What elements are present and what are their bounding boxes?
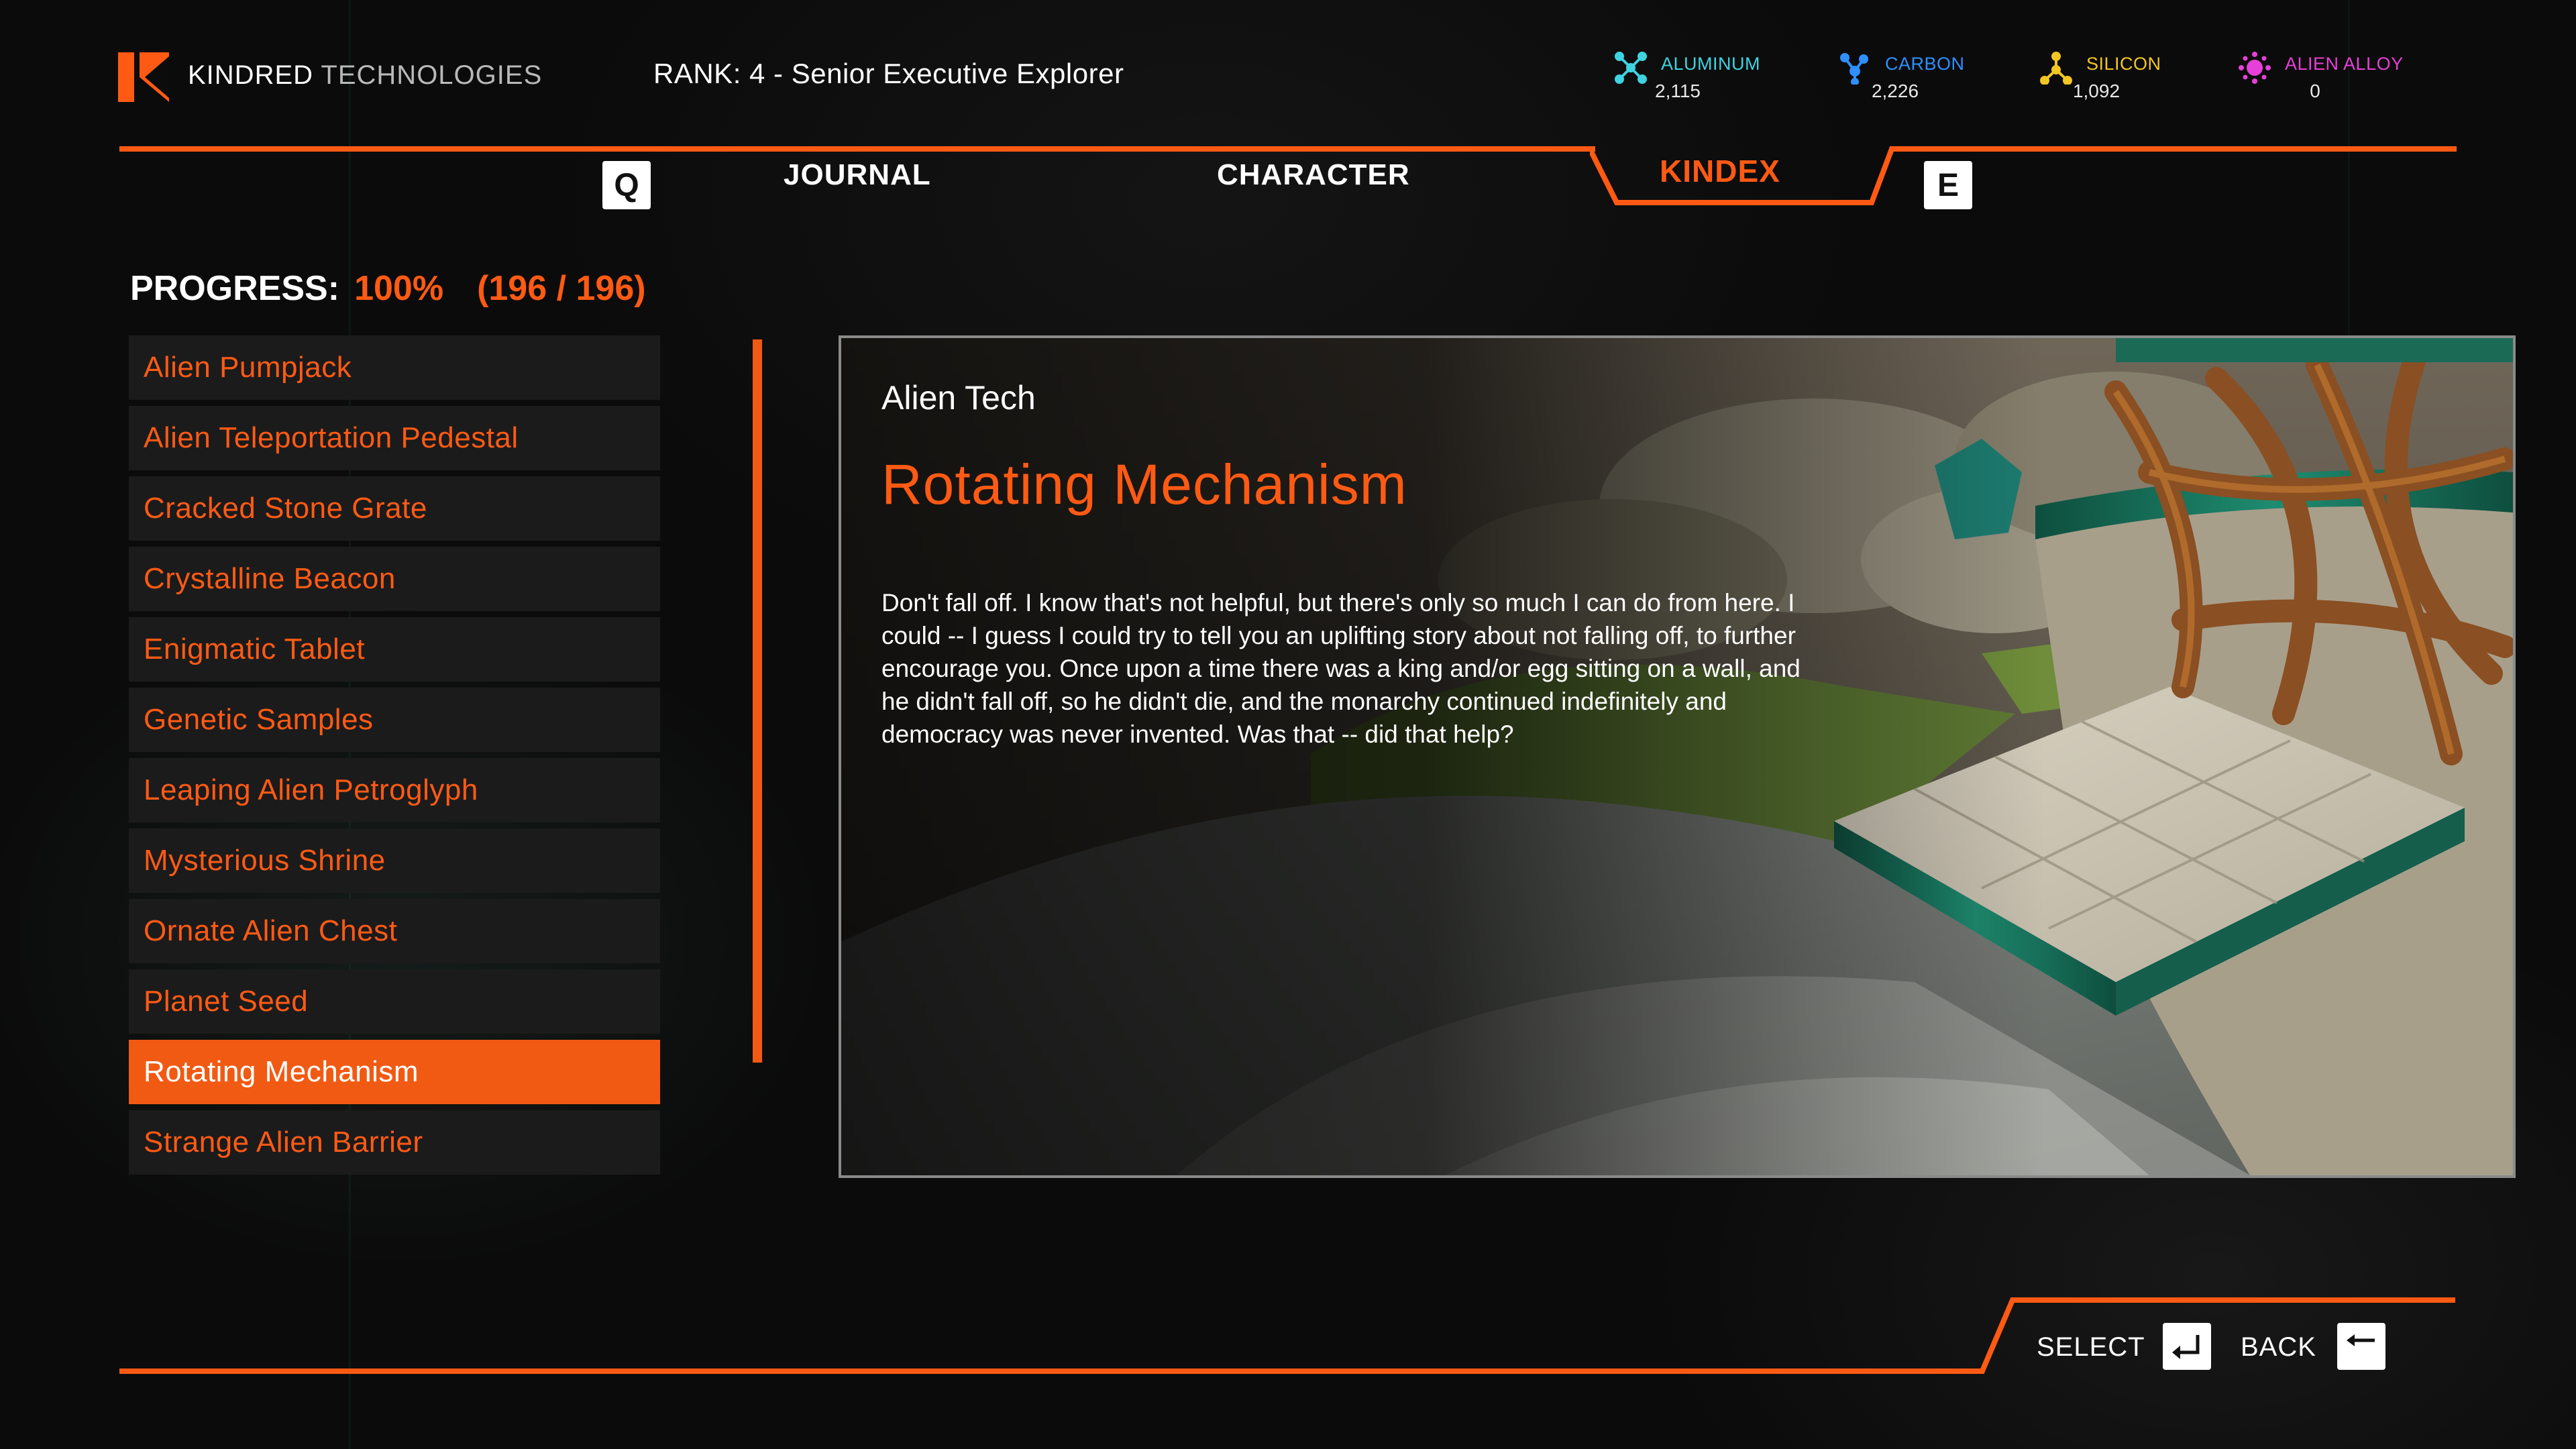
progress-count: (196 / 196)	[477, 269, 646, 308]
brand-primary: KINDRED	[188, 60, 314, 90]
carbon-icon	[1840, 53, 1868, 85]
list-item[interactable]: Ornate Alien Chest	[129, 899, 660, 963]
select-label: SELECT	[2037, 1332, 2145, 1362]
entry-title: Rotating Mechanism	[881, 453, 1407, 516]
kindred-logo-icon	[118, 52, 169, 102]
resource-value: 0	[2310, 80, 2320, 101]
list-item[interactable]: Strange Alien Barrier	[129, 1110, 660, 1175]
resource-name: ALUMINUM	[1661, 54, 1761, 74]
resource-value: 2,115	[1655, 80, 1701, 101]
tab-kindex[interactable]: KINDEX	[1660, 153, 1780, 189]
enter-key-icon	[2172, 1335, 2200, 1359]
select-button[interactable]	[2163, 1323, 2211, 1370]
player-rank: RANK: 4 - Senior Executive Explorer	[653, 58, 1124, 90]
alien-alloy-icon	[2239, 52, 2271, 84]
tab-journal[interactable]: JOURNAL	[784, 158, 931, 192]
resource-name: ALIEN ALLOY	[2285, 54, 2404, 74]
resource-name: SILICON	[2086, 54, 2161, 74]
list-item[interactable]: Crystalline Beacon	[129, 547, 660, 611]
list-item[interactable]: Enigmatic Tablet	[129, 617, 660, 682]
rank-value: 4 - Senior Executive Explorer	[749, 58, 1124, 89]
brand-name: KINDRED TECHNOLOGIES	[188, 60, 542, 91]
rank-label: RANK:	[653, 58, 741, 89]
footer-divider	[119, 1368, 1984, 1374]
list-item[interactable]: Leaping Alien Petroglyph	[129, 758, 660, 822]
brand-secondary: TECHNOLOGIES	[321, 60, 543, 90]
header-divider	[119, 146, 1595, 152]
list-item[interactable]: Mysterious Shrine	[129, 828, 660, 893]
tab-character[interactable]: CHARACTER	[1217, 158, 1410, 192]
entry-detail-panel: Alien Tech Rotating Mechanism Don't fall…	[839, 335, 2516, 1178]
entry-description: Don't fall off. I know that's not helpfu…	[881, 589, 1801, 748]
silicon-icon	[2040, 52, 2072, 85]
resource-value: 2,226	[1871, 80, 1919, 101]
resource-name: CARBON	[1885, 54, 1965, 74]
list-scrollbar[interactable]	[753, 339, 762, 1063]
list-item[interactable]: Cracked Stone Grate	[129, 476, 660, 541]
list-item[interactable]: Genetic Samples	[129, 688, 660, 752]
progress-percent: 100%	[354, 269, 444, 308]
progress-label: PROGRESS:	[130, 269, 340, 308]
list-item[interactable]: Alien Pumpjack	[129, 335, 660, 400]
next-tab-key-e[interactable]: E	[1924, 161, 1972, 209]
entry-category: Alien Tech	[881, 379, 1036, 417]
list-item[interactable]: Alien Teleportation Pedestal	[129, 406, 660, 470]
resource-value: 1,092	[2072, 80, 2121, 101]
backspace-key-icon	[2347, 1334, 2375, 1346]
prev-tab-key-q[interactable]: Q	[602, 161, 651, 209]
aluminum-icon	[1615, 52, 1647, 84]
list-item-selected[interactable]: Rotating Mechanism	[129, 1040, 660, 1104]
header-divider	[1892, 146, 2457, 152]
kindex-entry-list: Alien Pumpjack Alien Teleportation Pedes…	[129, 335, 660, 1181]
back-label: BACK	[2241, 1332, 2316, 1362]
back-button[interactable]	[2337, 1323, 2385, 1370]
progress-summary: PROGRESS: 100% (196 / 196)	[130, 268, 646, 309]
list-item[interactable]: Planet Seed	[129, 969, 660, 1034]
